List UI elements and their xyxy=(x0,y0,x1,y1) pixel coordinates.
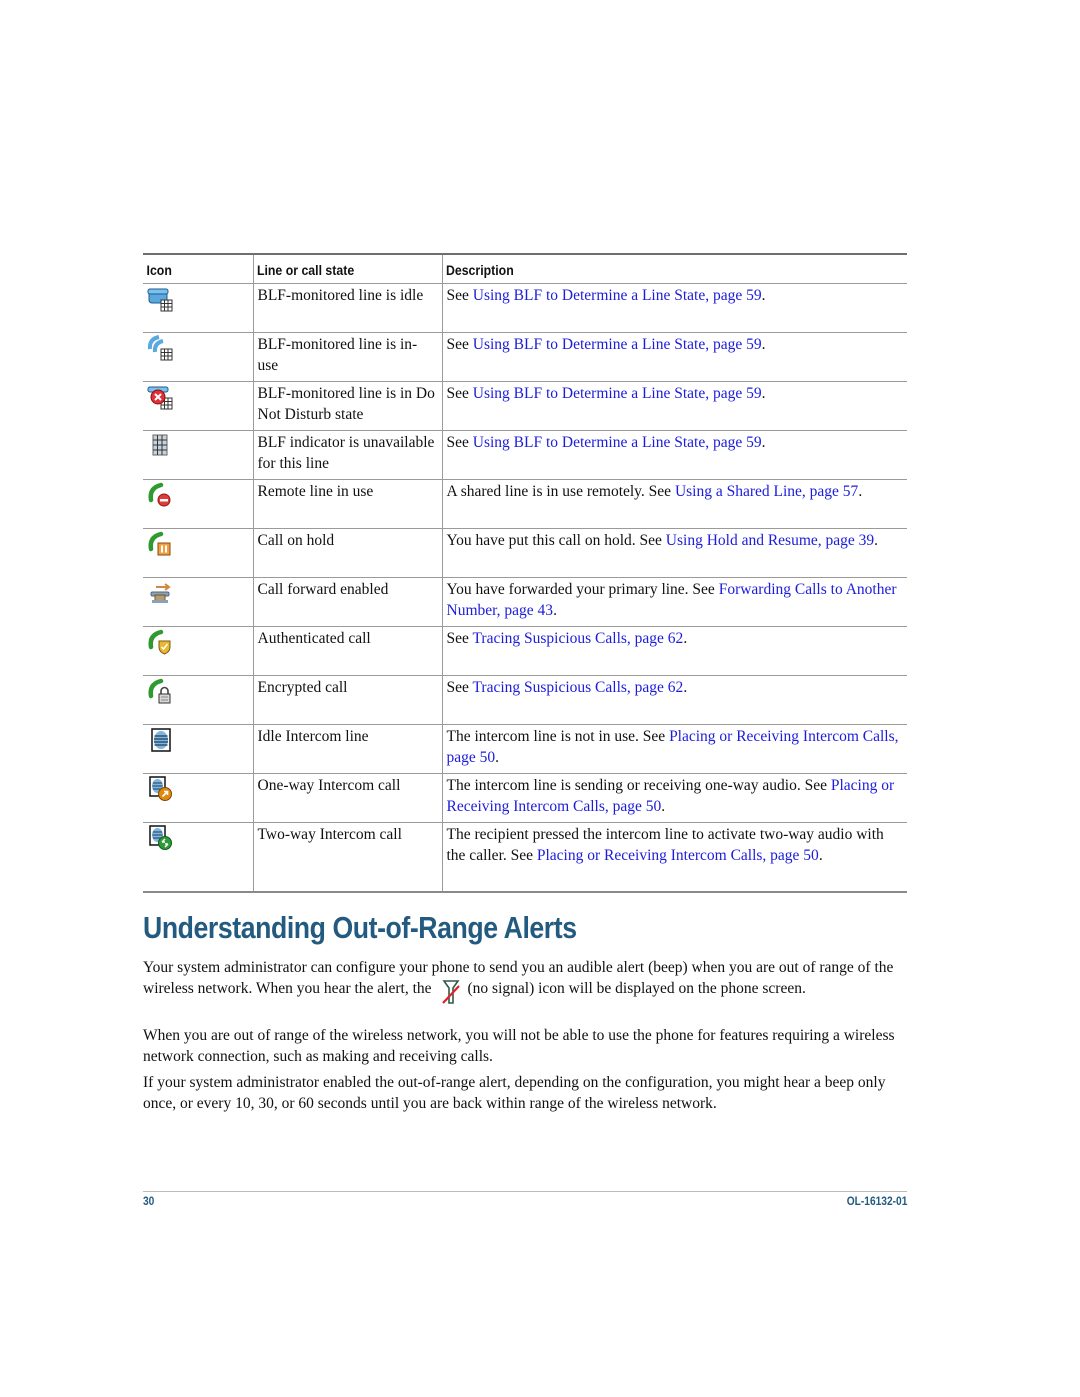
description: You have put this call on hold. See Usin… xyxy=(441,528,907,578)
column-header-icon: Icon xyxy=(146,262,172,278)
table-row: One-way Intercom call The intercom line … xyxy=(143,773,907,823)
description: The recipient pressed the intercom line … xyxy=(441,822,907,892)
description-text: The intercom line is sending or receivin… xyxy=(446,777,831,794)
description-text: See xyxy=(446,434,473,451)
description-suffix: . xyxy=(761,287,766,304)
state-text: Call forward enabled xyxy=(252,577,442,627)
table-row: Two-way Intercom call The recipient pres… xyxy=(143,822,907,892)
table-row: Encrypted call See Tracing Suspicious Ca… xyxy=(143,675,907,725)
description-text: You have forwarded your primary line. Se… xyxy=(446,581,719,598)
authenticated-call-shield-icon xyxy=(148,629,171,655)
description: See Using BLF to Determine a Line State,… xyxy=(441,332,907,382)
table-row: Idle Intercom line The intercom line is … xyxy=(143,724,907,774)
description-text: See xyxy=(446,385,473,402)
paragraph-text: (no signal) icon will be displayed on th… xyxy=(467,979,806,997)
description-text: You have put this call on hold. See xyxy=(446,532,666,549)
call-forward-icon xyxy=(150,583,171,603)
description: The intercom line is not in use. See Pla… xyxy=(441,724,907,774)
state-text: Encrypted call xyxy=(252,675,442,725)
description: The intercom line is sending or receivin… xyxy=(441,773,907,823)
paragraph-out-of-range-alert: Your system administrator can configure … xyxy=(143,958,908,1005)
description-text: The intercom line is not in use. See xyxy=(446,728,670,745)
call-on-hold-icon xyxy=(148,531,171,556)
cross-reference-link[interactable]: Using BLF to Determine a Line State, pag… xyxy=(473,434,762,451)
description-suffix: . xyxy=(761,336,766,353)
no-signal-icon xyxy=(441,979,460,1004)
description-suffix: . xyxy=(683,630,688,647)
cross-reference-link[interactable]: Using a Shared Line, page 57 xyxy=(675,483,858,500)
description: See Using BLF to Determine a Line State,… xyxy=(441,283,907,333)
description-suffix: . xyxy=(818,846,823,864)
description-suffix: . xyxy=(858,483,863,500)
table-header-row: Icon Line or call state Description xyxy=(143,254,907,284)
description-suffix: . xyxy=(553,601,557,619)
cross-reference-link[interactable]: Using Hold and Resume, page 39 xyxy=(666,532,874,549)
description: See Using BLF to Determine a Line State,… xyxy=(441,381,907,431)
one-way-intercom-icon xyxy=(149,776,172,801)
state-text: One-way Intercom call xyxy=(252,773,442,823)
table-row: BLF-monitored line is in-use See Using B… xyxy=(143,332,907,382)
table-row: Remote line in use A shared line is in u… xyxy=(143,479,907,529)
blf-unavailable-grid-icon xyxy=(152,434,168,456)
document-id: OL-16132-01 xyxy=(846,1194,907,1208)
table-row: Authenticated call See Tracing Suspiciou… xyxy=(143,626,907,676)
blf-idle-phone-icon xyxy=(147,288,173,312)
call-state-icon-table: Icon Line or call state Description BLF-… xyxy=(143,253,907,893)
cross-reference-link[interactable]: Tracing Suspicious Calls, page 62 xyxy=(472,630,683,647)
description: A shared line is in use remotely. See Us… xyxy=(441,479,907,529)
encrypted-call-lock-icon xyxy=(148,678,171,704)
column-header-state: Line or call state xyxy=(252,254,420,284)
description-suffix: . xyxy=(495,748,500,766)
remote-line-in-use-icon xyxy=(148,482,171,507)
blf-dnd-phone-icon xyxy=(147,386,173,410)
paragraph-alert-frequency: If your system administrator enabled the… xyxy=(143,1074,886,1112)
page-footer: 30 OL-16132-01 xyxy=(143,1191,907,1210)
page-number: 30 xyxy=(143,1194,155,1208)
table-row: BLF-monitored line is idle See Using BLF… xyxy=(143,283,907,333)
description: See Using BLF to Determine a Line State,… xyxy=(441,430,907,480)
description-text: See xyxy=(446,287,473,304)
description-text: See xyxy=(446,336,473,353)
state-text: BLF indicator is unavailable for this li… xyxy=(252,430,442,480)
paragraph-out-of-range-features: When you are out of range of the wireles… xyxy=(143,1027,895,1065)
description-suffix: . xyxy=(683,679,688,696)
cross-reference-link[interactable]: Using BLF to Determine a Line State, pag… xyxy=(473,336,762,353)
description-suffix: . xyxy=(874,532,879,549)
table-row: Call on hold You have put this call on h… xyxy=(143,528,907,578)
column-header-description: Description xyxy=(441,254,852,284)
state-text: Two-way Intercom call xyxy=(252,822,442,892)
state-text: Idle Intercom line xyxy=(252,724,442,774)
description-suffix: . xyxy=(761,434,766,451)
state-text: BLF-monitored line is in Do Not Disturb … xyxy=(252,381,442,431)
description: You have forwarded your primary line. Se… xyxy=(441,577,907,627)
idle-intercom-icon xyxy=(151,728,171,752)
state-text: BLF-monitored line is in-use xyxy=(252,332,442,382)
table-row: BLF-monitored line is in Do Not Disturb … xyxy=(143,381,907,431)
icon-table-container: Icon Line or call state Description BLF-… xyxy=(143,253,907,893)
description: See Tracing Suspicious Calls, page 62. xyxy=(441,626,907,676)
state-text: BLF-monitored line is idle xyxy=(252,283,442,333)
cross-reference-link[interactable]: Placing or Receiving Intercom Calls, pag… xyxy=(537,847,819,864)
table-row: Call forward enabled You have forwarded … xyxy=(143,577,907,627)
description-text: See xyxy=(446,679,473,696)
state-text: Remote line in use xyxy=(252,479,442,529)
cross-reference-link[interactable]: Using BLF to Determine a Line State, pag… xyxy=(473,385,762,402)
state-text: Call on hold xyxy=(252,528,442,578)
two-way-intercom-icon xyxy=(149,825,172,850)
description-text: See xyxy=(446,630,473,647)
blf-in-use-phone-icon xyxy=(147,335,173,361)
description: See Tracing Suspicious Calls, page 62. xyxy=(441,675,907,725)
state-text: Authenticated call xyxy=(252,626,442,676)
table-row: BLF indicator is unavailable for this li… xyxy=(143,430,907,480)
section-heading: Understanding Out-of-Range Alerts xyxy=(143,910,577,945)
description-suffix: . xyxy=(661,797,666,815)
cross-reference-link[interactable]: Tracing Suspicious Calls, page 62 xyxy=(472,679,683,696)
description-suffix: . xyxy=(761,385,766,402)
cross-reference-link[interactable]: Using BLF to Determine a Line State, pag… xyxy=(473,287,762,304)
description-text: A shared line is in use remotely. See xyxy=(446,483,675,500)
